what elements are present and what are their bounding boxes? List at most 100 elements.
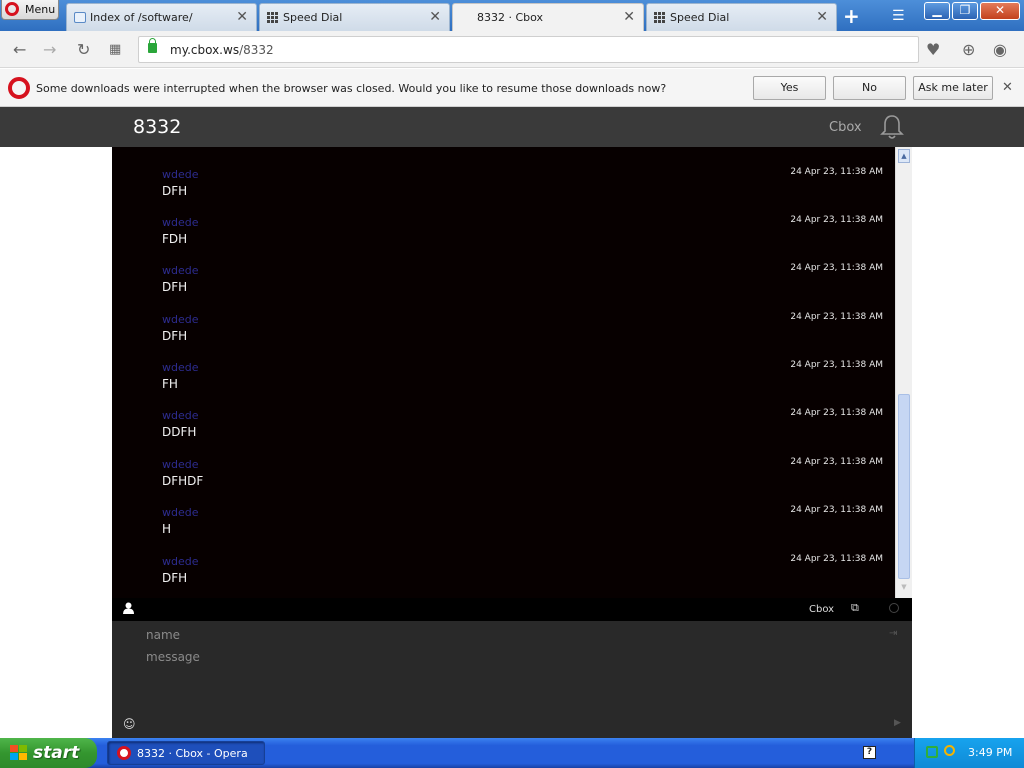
tab-title: Speed Dial xyxy=(670,11,730,24)
tab-close-icon[interactable]: ✕ xyxy=(816,9,828,25)
new-tab-plus-icon[interactable]: + xyxy=(843,4,860,28)
info-message: Some downloads were interrupted when the… xyxy=(36,82,667,95)
tab-close-icon[interactable]: ✕ xyxy=(429,9,441,25)
message-time: 24 Apr 23, 11:38 AM xyxy=(790,457,883,467)
user-icon[interactable] xyxy=(123,602,134,614)
smiley-icon[interactable]: ☺ xyxy=(123,717,136,731)
chat-message: wdede DFH 24 Apr 23, 11:38 AM xyxy=(112,249,895,297)
chat-message: wdede DFHDF 24 Apr 23, 11:38 AM xyxy=(112,443,895,491)
tab-close-icon[interactable]: ✕ xyxy=(623,9,635,25)
tab-title: Speed Dial xyxy=(283,11,343,24)
message-text: DFHDF xyxy=(162,474,204,488)
tab-title: 8332 · Cbox xyxy=(477,11,544,24)
speed-dial-icon xyxy=(654,12,666,23)
refresh-icon[interactable] xyxy=(889,603,899,613)
opera-logo-icon xyxy=(117,746,131,760)
message-time: 24 Apr 23, 11:38 AM xyxy=(790,554,883,564)
close-icon[interactable]: ✕ xyxy=(1002,80,1013,95)
message-author[interactable]: wdede xyxy=(162,555,199,568)
message-time: 24 Apr 23, 11:38 AM xyxy=(790,312,883,322)
message-text: DFH xyxy=(162,184,188,198)
minimize-icon[interactable]: ▁ xyxy=(924,2,950,20)
message-text: H xyxy=(162,522,172,536)
tab-menu-icon[interactable]: ☰ xyxy=(892,8,905,24)
chat-message: wdede DFH 24 Apr 23, 11:38 AM xyxy=(112,153,895,201)
message-time: 24 Apr 23, 11:38 AM xyxy=(790,505,883,515)
chat-scrollbar[interactable]: ▲ ▼ xyxy=(895,147,912,598)
menu-label: Menu xyxy=(25,3,56,16)
cbox-link[interactable]: Cbox xyxy=(809,604,834,615)
tab-title: Index of /software/ xyxy=(90,11,193,24)
login-icon[interactable]: ⇥ xyxy=(889,628,897,639)
message-author[interactable]: wdede xyxy=(162,216,199,229)
system-tray: 3:49 PM xyxy=(914,738,1024,768)
message-author[interactable]: wdede xyxy=(162,458,199,471)
message-text: DFH xyxy=(162,571,188,585)
ask-me-later-button[interactable]: Ask me later xyxy=(913,76,993,100)
popout-icon[interactable]: ⧉ xyxy=(851,601,859,615)
send-arrow-icon[interactable]: ▶ xyxy=(894,718,901,728)
message-text: DFH xyxy=(162,280,188,294)
heart-icon[interactable]: ♥ xyxy=(926,40,940,59)
message-time: 24 Apr 23, 11:38 AM xyxy=(790,215,883,225)
scroll-up-arrow-icon[interactable]: ▲ xyxy=(898,149,910,163)
page-title: 8332 xyxy=(133,116,182,138)
cbox-toolbar: Cbox ⧉ xyxy=(112,598,912,621)
scroll-thumb[interactable] xyxy=(898,394,910,579)
reload-icon[interactable]: ↻ xyxy=(77,40,90,59)
opera-menu-button[interactable]: Menu xyxy=(1,0,59,20)
chat-message-list: wdede DFH 24 Apr 23, 11:38 AM wdede FDH … xyxy=(112,147,895,598)
chat-message: wdede FH 24 Apr 23, 11:38 AM xyxy=(112,346,895,394)
browser-tab-strip: Menu Index of /software/ ✕ Speed Dial ✕ … xyxy=(0,0,1024,31)
message-author[interactable]: wdede xyxy=(162,168,199,181)
account-icon[interactable]: ◉ xyxy=(993,40,1007,59)
chat-message: wdede DFH 24 Apr 23, 11:38 AM xyxy=(112,298,895,346)
tab-speed-dial[interactable]: Speed Dial ✕ xyxy=(259,3,450,31)
yes-button[interactable]: Yes xyxy=(753,76,826,100)
message-time: 24 Apr 23, 11:38 AM xyxy=(790,167,883,177)
message-author[interactable]: wdede xyxy=(162,264,199,277)
name-input[interactable] xyxy=(146,626,866,644)
windows-taskbar: start 8332 · Cbox - Opera ? 3:49 PM xyxy=(0,738,1024,768)
back-arrow-icon[interactable]: ← xyxy=(13,40,26,59)
message-author[interactable]: wdede xyxy=(162,409,199,422)
download-icon[interactable]: ⊕ xyxy=(962,40,975,59)
opera-logo-icon xyxy=(8,77,30,99)
message-text: FH xyxy=(162,377,178,391)
address-bar[interactable]: my.cbox.ws/8332 xyxy=(138,36,919,63)
navigation-bar: ← → ↻ ▦ my.cbox.ws/8332 ♥ ⊕ ◉ xyxy=(0,31,1024,68)
message-time: 24 Apr 23, 11:38 AM xyxy=(790,360,883,370)
cbox-brand-link[interactable]: Cbox xyxy=(829,120,862,135)
message-author[interactable]: wdede xyxy=(162,506,199,519)
chat-message: wdede DFH 24 Apr 23, 11:38 AM xyxy=(112,540,895,588)
message-time: 24 Apr 23, 11:38 AM xyxy=(790,263,883,273)
window-close-icon[interactable]: ✕ xyxy=(980,2,1020,20)
network-icon[interactable] xyxy=(926,746,938,758)
tab-speed-dial-2[interactable]: Speed Dial ✕ xyxy=(646,3,837,31)
tab-cbox[interactable]: 8332 · Cbox ✕ xyxy=(452,3,644,31)
help-icon[interactable]: ? xyxy=(863,746,876,759)
forward-arrow-icon[interactable]: → xyxy=(43,40,56,59)
lock-icon xyxy=(148,38,157,53)
clock[interactable]: 3:49 PM xyxy=(968,746,1012,759)
message-author[interactable]: wdede xyxy=(162,361,199,374)
search-icon[interactable] xyxy=(944,745,955,756)
tab-close-icon[interactable]: ✕ xyxy=(236,9,248,25)
speed-dial-icon xyxy=(267,12,279,23)
ie-page-icon xyxy=(74,12,86,23)
chat-message: wdede H 24 Apr 23, 11:38 AM xyxy=(112,491,895,539)
message-input[interactable] xyxy=(146,650,886,710)
windows-flag-icon xyxy=(10,745,28,761)
no-button[interactable]: No xyxy=(833,76,906,100)
download-info-bar: Some downloads were interrupted when the… xyxy=(0,69,1024,107)
taskbar-opera-window[interactable]: 8332 · Cbox - Opera xyxy=(107,741,265,765)
message-text: DFH xyxy=(162,329,188,343)
bell-icon[interactable] xyxy=(879,113,905,141)
start-button[interactable]: start xyxy=(0,738,97,768)
cbox-header: 8332 Cbox xyxy=(0,107,1024,147)
scroll-down-arrow-icon[interactable]: ▼ xyxy=(898,580,910,594)
message-author[interactable]: wdede xyxy=(162,313,199,326)
restore-icon[interactable]: ❐ xyxy=(952,2,978,20)
speed-dial-grid-icon[interactable]: ▦ xyxy=(109,42,121,57)
tab-index-software[interactable]: Index of /software/ ✕ xyxy=(66,3,257,31)
